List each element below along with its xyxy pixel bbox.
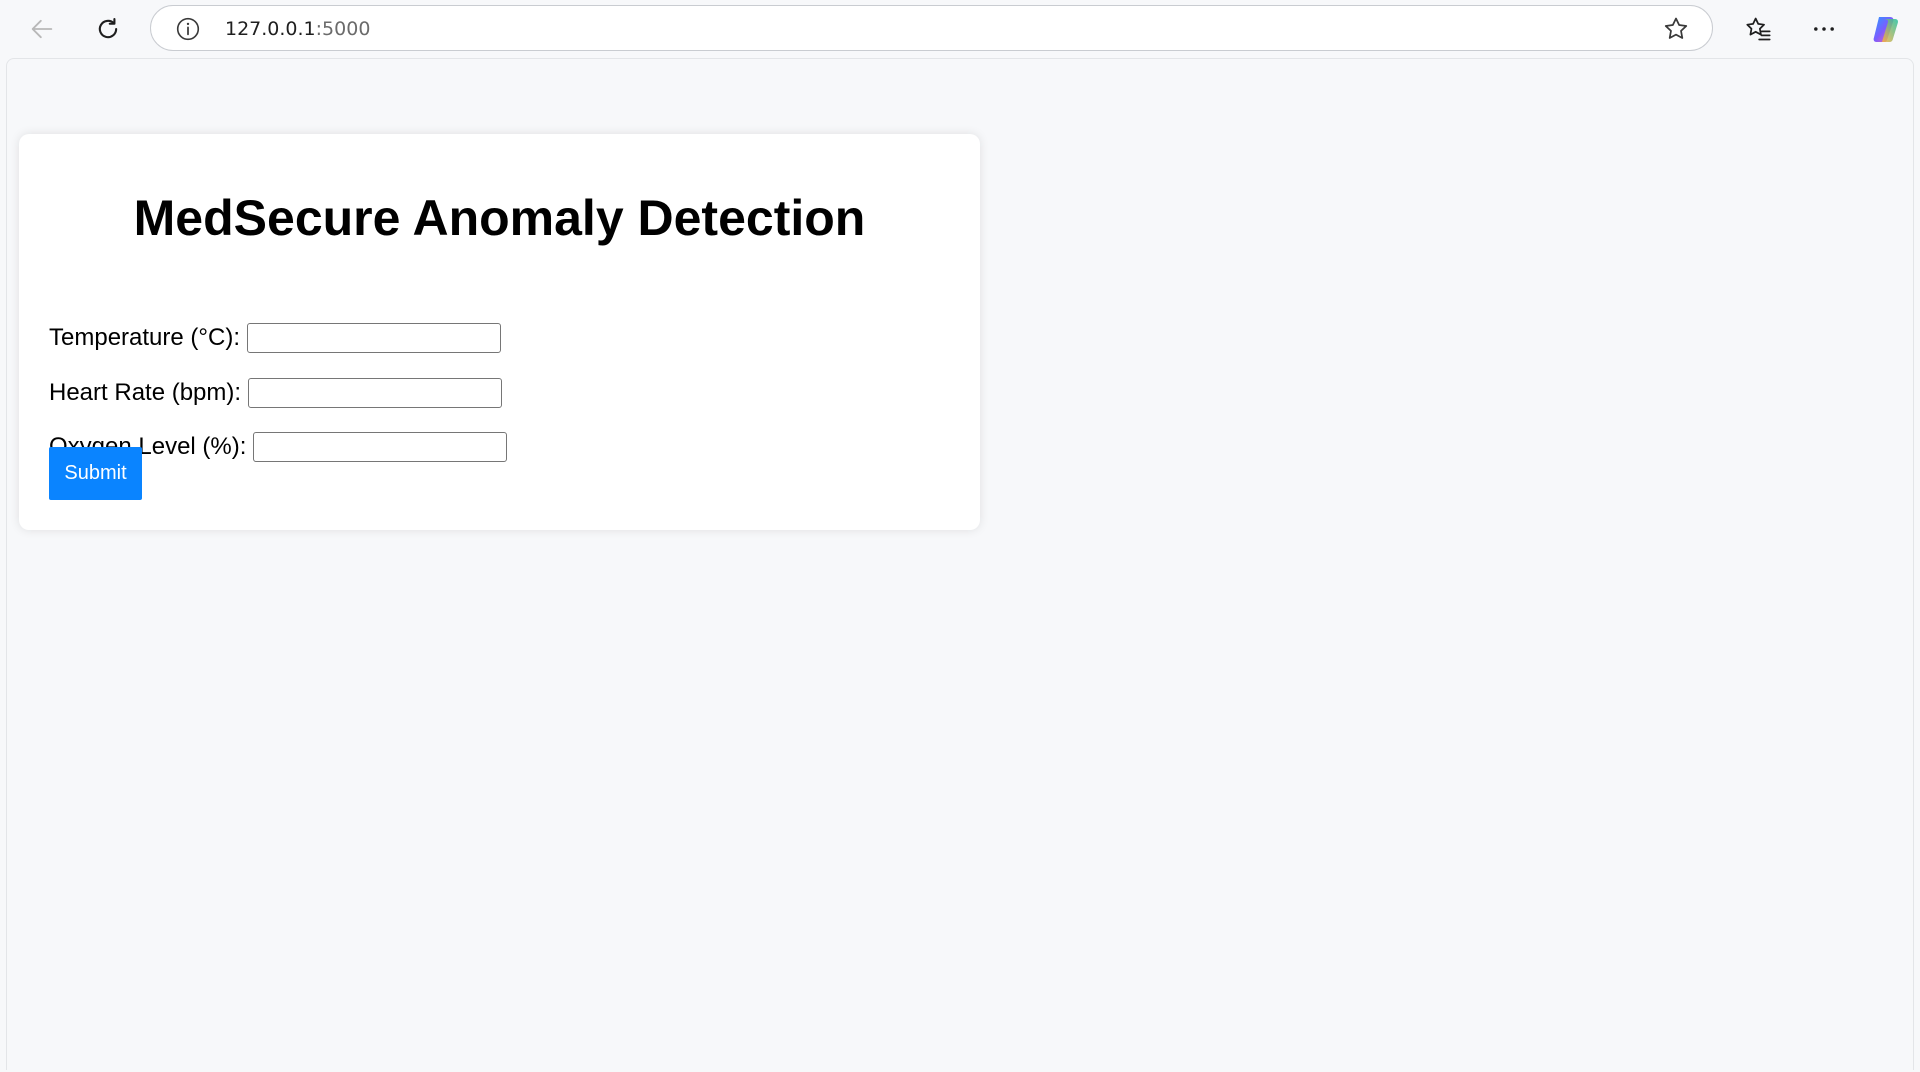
url-port: :5000 — [315, 18, 371, 40]
submit-button[interactable]: Submit — [49, 447, 142, 500]
url-host: 127.0.0.1 — [225, 18, 316, 40]
back-arrow-icon — [31, 19, 53, 39]
more-button[interactable] — [1804, 9, 1844, 49]
reload-icon — [98, 18, 118, 39]
favorites-button[interactable] — [1738, 9, 1778, 49]
browser-toolbar: 127.0.0.1:5000 — [0, 0, 1920, 58]
temperature-row: Temperature (°C): — [49, 321, 501, 355]
oxygen-level-input[interactable] — [253, 432, 508, 462]
temperature-input[interactable] — [246, 323, 501, 353]
info-icon[interactable] — [175, 16, 201, 42]
form-card: MedSecure Anomaly Detection Temperature … — [19, 134, 980, 530]
address-bar[interactable]: 127.0.0.1:5000 — [150, 5, 1713, 51]
heart-rate-input[interactable] — [248, 378, 503, 408]
temperature-label: Temperature (°C): — [49, 324, 240, 351]
heart-rate-label: Heart Rate (bpm): — [49, 379, 242, 406]
copilot-button[interactable] — [1866, 9, 1906, 49]
copilot-icon — [1873, 17, 1898, 42]
heart-rate-row: Heart Rate (bpm): — [49, 376, 503, 410]
star-icon[interactable] — [1662, 15, 1690, 43]
url-text[interactable]: 127.0.0.1:5000 — [225, 18, 370, 40]
page-title: MedSecure Anomaly Detection — [133, 190, 866, 246]
page-viewport: MedSecure Anomaly Detection Temperature … — [6, 58, 1914, 1070]
more-icon — [1814, 27, 1834, 31]
reload-button[interactable] — [88, 9, 128, 49]
favorites-icon — [1746, 17, 1771, 41]
back-button[interactable] — [22, 9, 62, 49]
